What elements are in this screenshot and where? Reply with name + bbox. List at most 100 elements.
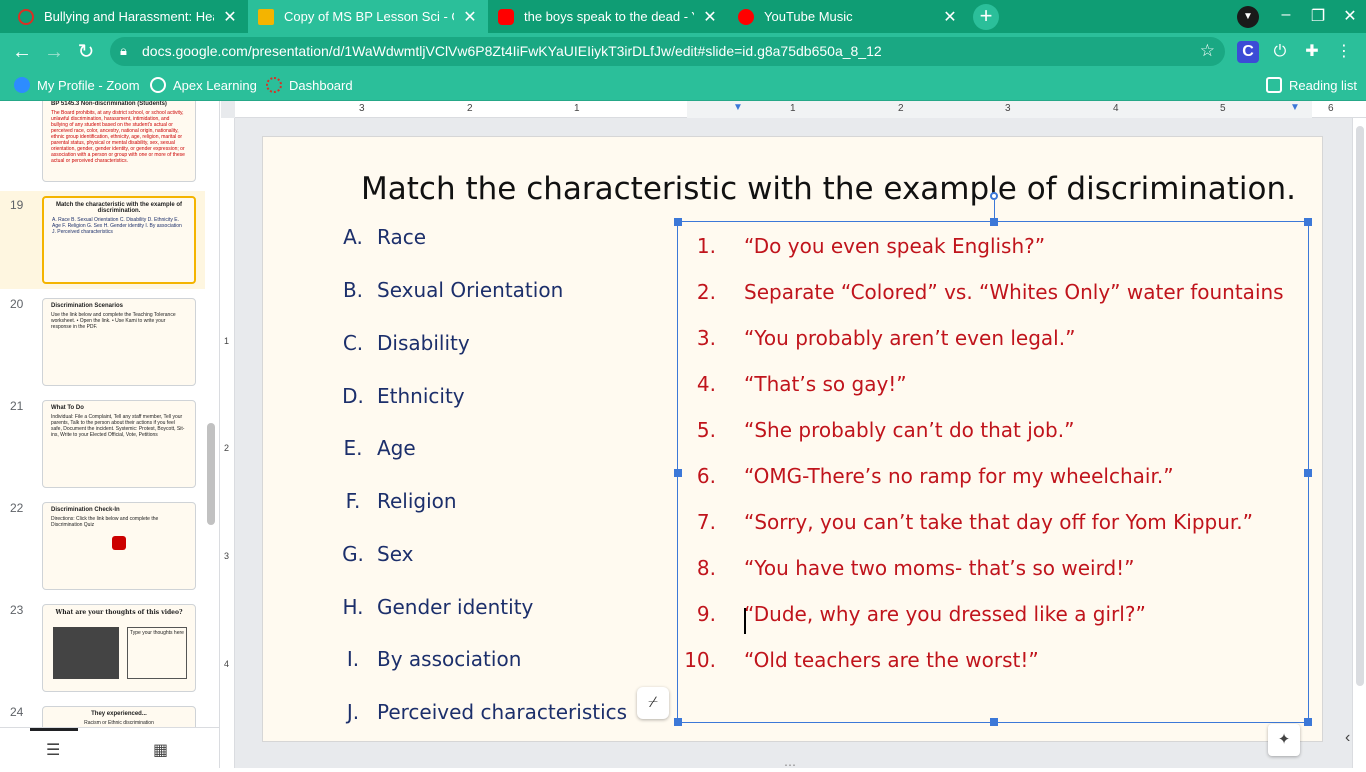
characteristic-item[interactable]: E. Age (329, 436, 416, 460)
filmstrip-row[interactable]: BP 5145.3 Non-discrimination (Students) … (0, 101, 205, 189)
editor-scrollbar[interactable] (1352, 118, 1366, 768)
slide-number: 19 (10, 198, 24, 212)
reload-icon[interactable]: ↻ (73, 39, 99, 65)
item-text: Separate “Colored” vs. “Whites Only” wat… (744, 280, 1284, 304)
item-letter: E. (343, 436, 363, 460)
item-text: Sex (377, 542, 414, 566)
new-tab-button[interactable]: + (973, 4, 999, 30)
characteristic-item[interactable]: H. Gender identity (329, 595, 533, 619)
example-item[interactable]: 3. “You probably aren’t even legal.” (678, 326, 1076, 350)
browser-menu-icon[interactable]: ⋮ (1333, 41, 1355, 63)
horizontal-ruler: 3 2 1 1 2 3 4 5 6 ▼ ▼ (235, 101, 1366, 118)
filmstrip-row[interactable]: 23 What are your thoughts of this video?… (0, 601, 205, 699)
item-number: 4. (696, 372, 716, 396)
resize-handle-t[interactable] (990, 218, 998, 226)
grid-view-icon[interactable]: ▦ (153, 740, 168, 760)
characteristic-item[interactable]: I. By association (329, 647, 522, 671)
resize-handle-tl[interactable] (674, 218, 682, 226)
browser-tab-1[interactable]: Bullying and Harassment: Healt ✕ (8, 0, 248, 33)
characteristic-item[interactable]: B. Sexual Orientation (329, 278, 563, 302)
slide-thumbnail[interactable]: Discrimination Scenarios Use the link be… (42, 298, 196, 386)
bookmark-apex[interactable]: Apex Learning (150, 77, 257, 93)
filmstrip-row[interactable]: 24 They experienced... Racism or Ethnic … (0, 703, 205, 768)
filmstrip-row[interactable]: 21 What To Do Individual: File a Complai… (0, 397, 205, 495)
hide-format-icon[interactable]: ⌿ (637, 687, 669, 719)
minimize-icon[interactable]: – (1275, 6, 1297, 24)
characteristic-item[interactable]: D. Ethnicity (329, 384, 465, 408)
characteristic-item[interactable]: J. Perceived characteristics (329, 700, 627, 724)
example-item[interactable]: 5. “She probably can’t do that job.” (678, 418, 1075, 442)
item-letter: I. (346, 647, 360, 671)
extensions-puzzle-icon[interactable]: ✚ (1301, 41, 1323, 63)
slide-title[interactable]: Match the characteristic with the exampl… (263, 171, 1324, 207)
characteristic-item[interactable]: G. Sex (329, 542, 413, 566)
characteristic-item[interactable]: A. Race (329, 225, 426, 249)
ruler-mark: 3 (359, 103, 365, 114)
characteristic-item[interactable]: F. Religion (329, 489, 457, 513)
resize-grip-icon[interactable]: ⋯ (784, 758, 798, 772)
slide-thumbnail[interactable]: Discrimination Check-In Directions: Clic… (42, 502, 196, 590)
bookmark-star-icon[interactable]: ☆ (1200, 41, 1215, 61)
ruler-mark: 6 (1328, 103, 1334, 114)
thumb-title: BP 5145.3 Non-discrimination (Students) (51, 101, 167, 107)
item-text: Perceived characteristics (377, 700, 628, 724)
ruler-mark: 1 (224, 336, 230, 346)
browser-tab-3[interactable]: the boys speak to the dead - You ✕ (488, 0, 728, 33)
bookmark-zoom[interactable]: My Profile - Zoom (14, 77, 140, 93)
example-item[interactable]: 9. “Dude, why are you dressed like a girl… (678, 602, 1146, 626)
right-indent-marker-icon[interactable]: ▼ (1290, 102, 1300, 113)
forward-icon[interactable]: → (41, 39, 67, 65)
resize-handle-b[interactable] (990, 718, 998, 726)
filmstrip-row[interactable]: 22 Discrimination Check-In Directions: C… (0, 499, 205, 597)
restore-icon[interactable]: ❐ (1307, 6, 1329, 26)
url-text[interactable]: docs.google.com/presentation/d/1WaWdwmtl… (142, 43, 882, 59)
left-indent-marker-icon[interactable]: ▼ (733, 102, 743, 113)
power-extension-icon[interactable]: ⏻ (1269, 41, 1291, 63)
reading-list[interactable]: Reading list (1266, 77, 1357, 93)
example-item[interactable]: 6. “OMG-There’s no ramp for my wheelchair… (678, 464, 1174, 488)
example-item[interactable]: 2. Separate “Colored” vs. “Whites Only” w… (678, 280, 1284, 304)
rotate-handle[interactable] (990, 192, 998, 200)
back-icon[interactable]: ← (9, 39, 35, 65)
filmstrip-row-selected[interactable]: 19 Match the characteristic with the exa… (0, 191, 205, 289)
slide-thumbnail[interactable]: What To Do Individual: File a Complaint,… (42, 400, 196, 488)
lock-icon[interactable]: 🔒︎ (120, 43, 136, 59)
slide-canvas[interactable]: Match the characteristic with the exampl… (262, 136, 1323, 742)
close-tab-icon[interactable]: ✕ (702, 7, 718, 27)
tab-title: YouTube Music (764, 9, 853, 24)
close-tab-icon[interactable]: ✕ (222, 7, 238, 27)
bookmark-label: Dashboard (289, 77, 353, 93)
characteristic-item[interactable]: C. Disability (329, 331, 470, 355)
resize-handle-r[interactable] (1304, 469, 1312, 477)
browser-tab-4[interactable]: YouTube Music ✕ (728, 0, 968, 33)
item-text: “She probably can’t do that job.” (744, 418, 1075, 442)
slide-thumbnail[interactable]: What are your thoughts of this video? Ty… (42, 604, 196, 692)
example-item[interactable]: 8. “You have two moms- that’s so weird!” (678, 556, 1135, 580)
scrollbar-thumb[interactable] (1356, 126, 1364, 686)
filmstrip-scrollbar[interactable] (207, 423, 215, 525)
extension-c-icon[interactable]: C (1237, 41, 1259, 63)
slide-thumbnail-selected[interactable]: Match the characteristic with the exampl… (42, 196, 196, 284)
examples-text-box[interactable]: 1. “Do you even speak English?” 2. Separat… (674, 192, 1312, 726)
explore-icon[interactable]: ✦ (1268, 724, 1300, 756)
resize-handle-br[interactable] (1304, 718, 1312, 726)
resize-handle-bl[interactable] (674, 718, 682, 726)
filmstrip-row[interactable]: 20 Discrimination Scenarios Use the link… (0, 295, 205, 393)
resize-handle-tr[interactable] (1304, 218, 1312, 226)
ruler-active-region (687, 101, 1312, 118)
browser-tab-2[interactable]: Copy of MS BP Lesson Sci - Goo ✕ (248, 0, 488, 33)
ruler-mark: 3 (1005, 103, 1011, 114)
close-window-icon[interactable]: ✕ (1339, 6, 1361, 26)
filmstrip-view-icon[interactable]: ☰ (46, 740, 60, 760)
close-tab-icon[interactable]: ✕ (942, 7, 958, 27)
close-tab-icon[interactable]: ✕ (462, 7, 478, 27)
example-item[interactable]: 1. “Do you even speak English?” (678, 234, 1045, 258)
bookmark-dashboard[interactable]: Dashboard (266, 77, 353, 93)
example-item[interactable]: 10. “Old teachers are the worst!” (678, 648, 1039, 672)
example-item[interactable]: 4. “That’s so gay!” (678, 372, 907, 396)
collapse-panel-icon[interactable]: ‹ (1345, 729, 1350, 747)
profile-dropdown-icon[interactable]: ▼ (1237, 6, 1259, 28)
slide-thumbnail[interactable]: BP 5145.3 Non-discrimination (Students) … (42, 101, 196, 182)
address-bar[interactable]: 🔒︎ docs.google.com/presentation/d/1WaWdw… (110, 37, 1225, 66)
example-item[interactable]: 7. “Sorry, you can’t take that day off fo… (678, 510, 1253, 534)
